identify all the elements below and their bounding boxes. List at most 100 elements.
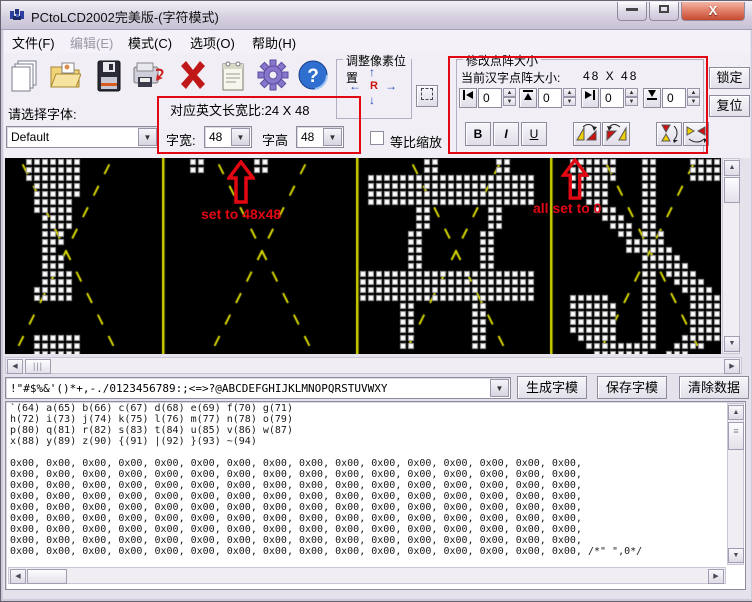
margin-left-spinner: 0 ▲▼ [459, 88, 517, 108]
italic-button[interactable]: I [493, 122, 519, 146]
save-font-button[interactable]: 保存字模 [597, 376, 667, 399]
menu-file[interactable]: 文件(F) [12, 33, 55, 52]
generate-font-button[interactable]: 生成字模 [517, 376, 587, 399]
font-data-output[interactable]: `(64) a(65) b(66) c(67) d(68) e(69) f(70… [5, 401, 746, 590]
dot-size-title: 修改点阵大小 [463, 52, 541, 69]
window-title: PCtoLCD2002完美版-(字符模式) [31, 7, 219, 26]
char-height-value: 48 [301, 130, 314, 144]
font-select-value: Default [11, 130, 49, 144]
margin-right-spinner: 0 ▲▼ [581, 88, 639, 108]
margin-left-icon[interactable] [459, 88, 477, 108]
chevron-down-icon[interactable]: ▼ [231, 128, 250, 146]
export-icon[interactable] [132, 59, 166, 95]
margin-bottom-icon[interactable] [643, 88, 661, 108]
margin-right-updown[interactable]: ▲▼ [625, 88, 638, 108]
scale-checkbox-label: 等比缩放 [390, 132, 442, 151]
output-hscroll-thumb[interactable] [27, 569, 67, 584]
dashed-box-icon [421, 88, 433, 100]
notepad-icon[interactable] [216, 59, 250, 95]
move-down-icon[interactable]: ↓ [369, 94, 375, 106]
minimize-button[interactable] [617, 2, 647, 21]
margin-left-updown[interactable]: ▲▼ [503, 88, 516, 108]
scroll-up-icon[interactable]: ▲ [728, 405, 744, 420]
margin-top-spinner: 0 ▲▼ [519, 88, 577, 108]
editor-hscrollbar[interactable]: ◀ ||| ▶ [5, 357, 742, 374]
new-file-icon[interactable] [8, 59, 42, 95]
rotate-left-icon[interactable] [573, 122, 601, 146]
maximize-button[interactable] [649, 2, 679, 21]
menu-help[interactable]: 帮助(H) [252, 33, 296, 52]
reset-button[interactable]: 复位 [709, 95, 750, 117]
underline-button[interactable]: U [521, 122, 547, 146]
dot-size-group: 修改点阵大小 当前汉字点阵大小: 48 X 48 0 ▲▼ 0 ▲▼ 0 ▲▼ [456, 59, 704, 153]
scroll-right-icon[interactable]: ▶ [708, 569, 724, 584]
margin-top-updown[interactable]: ▲▼ [563, 88, 576, 108]
svg-text:?: ? [307, 66, 319, 87]
delete-icon[interactable] [176, 59, 210, 95]
scroll-down-icon[interactable]: ▼ [728, 548, 744, 563]
chevron-down-icon[interactable]: ▼ [490, 379, 509, 397]
rotate-right-icon[interactable] [602, 122, 630, 146]
margin-right-icon[interactable] [581, 88, 599, 108]
bold-button[interactable]: B [465, 122, 491, 146]
current-size-label: 当前汉字点阵大小: [461, 69, 560, 86]
move-right-icon[interactable]: → [385, 80, 397, 92]
margin-bottom-field[interactable]: 0 [662, 88, 686, 108]
char-list-value: !"#$%&'()*+,-./0123456789:;<=>?@ABCDEFGH… [10, 382, 388, 395]
pixel-editor: set to 48x48 all set to 0 [5, 158, 721, 354]
open-file-icon[interactable] [48, 59, 82, 95]
menu-mode[interactable]: 模式(C) [128, 33, 172, 52]
chevron-down-icon[interactable]: ▼ [138, 128, 157, 146]
maximize-icon [659, 5, 669, 13]
lock-button[interactable]: 锁定 [709, 67, 750, 89]
scroll-right-icon[interactable]: ▶ [724, 359, 740, 374]
margin-left-field[interactable]: 0 [478, 88, 502, 108]
title-bar[interactable]: PCtoLCD2002完美版-(字符模式) X [1, 1, 752, 30]
char-width-combo[interactable]: 48 ▼ [204, 126, 252, 148]
editor-hscroll-thumb[interactable]: ||| [25, 359, 51, 374]
selection-box-button[interactable] [416, 85, 438, 107]
char-height-combo[interactable]: 48 ▼ [296, 126, 344, 148]
flip-horizontal-icon[interactable] [683, 122, 709, 146]
margin-bottom-spinner: 0 ▲▼ [643, 88, 701, 108]
chevron-down-icon[interactable]: ▼ [323, 128, 342, 146]
scroll-down-icon[interactable]: ▼ [724, 336, 740, 352]
settings-gear-icon[interactable] [256, 59, 290, 95]
toolbar: ? 请选择字体: Default ▼ 对应英文长宽比:24 X 48 字宽: 4… [4, 53, 750, 158]
editor-vscroll-thumb[interactable] [724, 177, 740, 203]
move-left-icon[interactable]: ← [349, 80, 361, 92]
editor-vscrollbar[interactable]: ▲ ▼ [722, 158, 740, 354]
save-icon[interactable] [92, 59, 126, 95]
close-button[interactable]: X [681, 2, 745, 21]
margin-right-field[interactable]: 0 [600, 88, 624, 108]
annotation-arrow-up-icon [227, 160, 255, 204]
pixel-editor-canvas[interactable] [5, 158, 721, 354]
char-height-label: 字高 [262, 130, 288, 149]
annotation-arrow-up-icon [561, 158, 589, 200]
scroll-left-icon[interactable]: ◀ [10, 569, 26, 584]
help-icon[interactable]: ? [296, 59, 330, 95]
clear-data-button[interactable]: 清除数据 [679, 376, 749, 399]
menu-options[interactable]: 选项(O) [190, 33, 235, 52]
char-list-combo[interactable]: !"#$%&'()*+,-./0123456789:;<=>?@ABCDEFGH… [5, 377, 511, 399]
current-size-value: 48 X 48 [583, 69, 638, 83]
output-vscrollbar[interactable]: ▲ ≡ ▼ [727, 403, 744, 565]
move-up-icon[interactable]: ↑ [369, 66, 375, 78]
menu-edit[interactable]: 编辑(E) [70, 33, 113, 52]
scroll-left-icon[interactable]: ◀ [7, 359, 23, 374]
scale-checkbox[interactable] [370, 131, 384, 145]
char-width-value: 48 [209, 130, 222, 144]
app-icon [9, 7, 25, 23]
output-vscroll-thumb[interactable]: ≡ [728, 422, 744, 450]
scroll-up-icon[interactable]: ▲ [724, 160, 740, 176]
pixel-position-group: 调整像素位置 ↑ ← R → ↓ [336, 59, 412, 119]
margin-top-icon[interactable] [519, 88, 537, 108]
char-width-label: 字宽: [166, 130, 196, 149]
output-hscrollbar[interactable]: ◀ ▶ [8, 567, 726, 584]
font-select-combo[interactable]: Default ▼ [6, 126, 159, 148]
annotation-set48: set to 48x48 [201, 206, 281, 222]
reset-position-button[interactable]: R [370, 80, 378, 92]
margin-bottom-updown[interactable]: ▲▼ [687, 88, 700, 108]
flip-vertical-icon[interactable] [656, 122, 682, 146]
margin-top-field[interactable]: 0 [538, 88, 562, 108]
